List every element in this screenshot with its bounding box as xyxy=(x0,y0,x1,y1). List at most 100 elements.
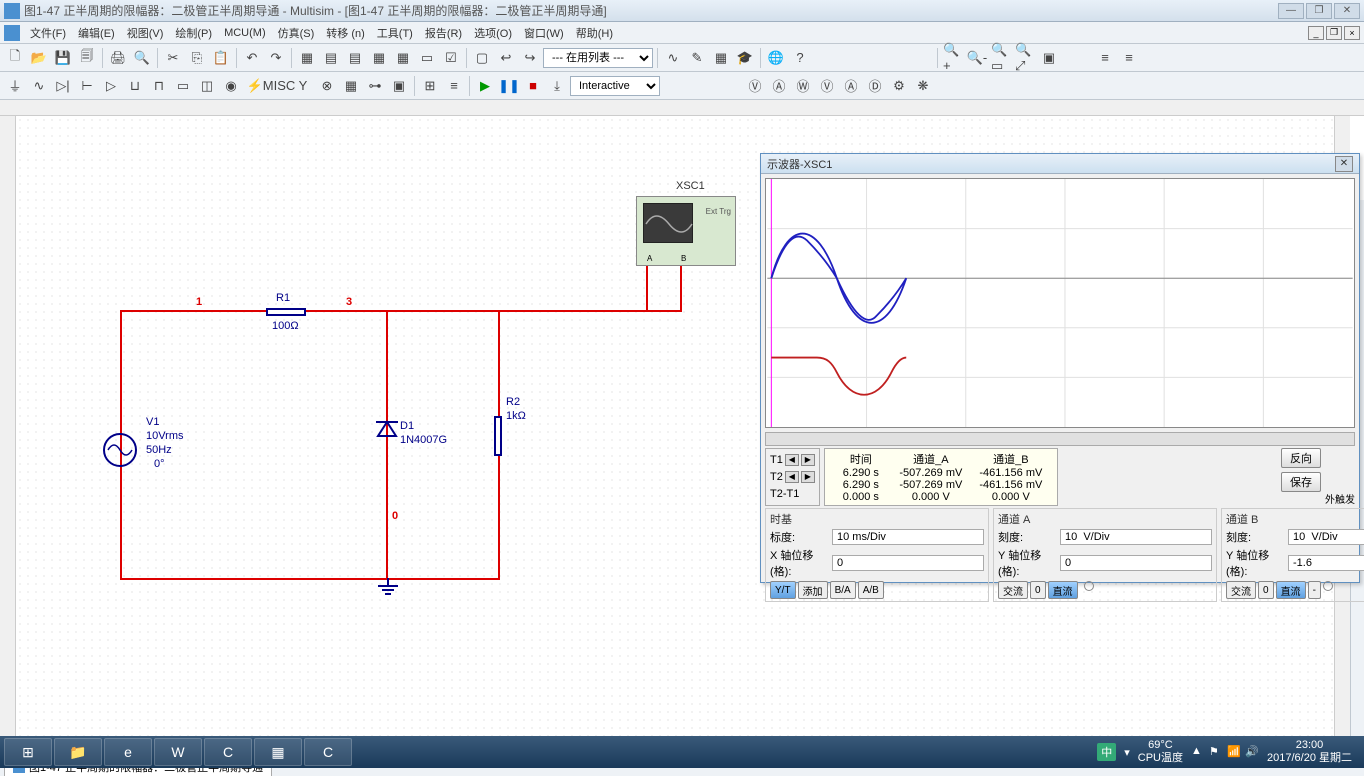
connector-icon[interactable]: ⊶ xyxy=(364,75,386,97)
menu-tools[interactable]: 工具(T) xyxy=(371,23,419,43)
network-icon[interactable]: 📶 xyxy=(1227,745,1241,759)
ground-icon[interactable] xyxy=(376,578,400,598)
probe-a-icon[interactable]: Ⓐ xyxy=(768,75,790,97)
word-task[interactable]: W xyxy=(154,738,202,766)
mcu-icon[interactable]: ▣ xyxy=(388,75,410,97)
cha-pos-input[interactable] xyxy=(1060,555,1212,571)
copy-button[interactable]: ⎘ xyxy=(186,47,208,69)
osc-display[interactable] xyxy=(765,178,1355,428)
chb-pos-input[interactable] xyxy=(1288,555,1364,571)
misc-icon[interactable]: MISC xyxy=(268,75,290,97)
zoomout-button[interactable]: 🔍- xyxy=(966,47,988,69)
volume-icon[interactable]: 🔊 xyxy=(1245,745,1259,759)
stop-button[interactable]: ■ xyxy=(522,75,544,97)
t2-right[interactable]: ▶ xyxy=(801,471,815,483)
flag-icon[interactable]: ⚑ xyxy=(1209,745,1223,759)
chb-scale-input[interactable] xyxy=(1288,529,1364,545)
forward-annotate-button[interactable]: ↪ xyxy=(519,47,541,69)
chb-ac-button[interactable]: 交流 xyxy=(1226,581,1256,599)
probe-settings-icon[interactable]: ❋ xyxy=(912,75,934,97)
zoomarea-button[interactable]: 🔍▭ xyxy=(990,47,1012,69)
netlist-button[interactable]: ▭ xyxy=(416,47,438,69)
print-button[interactable]: 🖨 xyxy=(107,47,129,69)
analog-icon[interactable]: ▷ xyxy=(100,75,122,97)
zoomin-button[interactable]: 🔍+ xyxy=(942,47,964,69)
analysis-button[interactable]: ∿ xyxy=(662,47,684,69)
menu-draw[interactable]: 绘制(P) xyxy=(169,23,218,43)
timebase-scale-input[interactable] xyxy=(832,529,984,545)
mdi-restore[interactable]: ❐ xyxy=(1326,26,1342,40)
ac-source-icon[interactable] xyxy=(102,432,138,468)
run-button[interactable]: ▶ xyxy=(474,75,496,97)
misc-digital-icon[interactable]: ▭ xyxy=(172,75,194,97)
indicator-icon[interactable]: ◉ xyxy=(220,75,242,97)
scope-component[interactable]: Ext Trg A B xyxy=(636,196,736,266)
layout-button[interactable]: ▢ xyxy=(471,47,493,69)
ni-icon[interactable]: ▦ xyxy=(340,75,362,97)
menu-transfer[interactable]: 转移 (n) xyxy=(320,23,371,43)
probe-v-icon[interactable]: Ⓥ xyxy=(744,75,766,97)
menu-options[interactable]: 选项(O) xyxy=(468,23,518,43)
reverse-button[interactable]: 反向 xyxy=(1281,448,1321,468)
undo-button[interactable]: ↶ xyxy=(241,47,263,69)
ie-task[interactable]: e xyxy=(104,738,152,766)
save-trace-button[interactable]: 保存 xyxy=(1281,472,1321,492)
timebase-xpos-input[interactable] xyxy=(832,555,984,571)
layers-button[interactable]: ▦ xyxy=(392,47,414,69)
cha-scale-input[interactable] xyxy=(1060,529,1212,545)
diode-icon[interactable]: ▷| xyxy=(52,75,74,97)
r1-name[interactable]: R1 xyxy=(276,292,290,304)
ba-button[interactable]: B/A xyxy=(830,581,856,599)
edu-button[interactable]: 🎓 xyxy=(734,47,756,69)
probe-a2-icon[interactable]: Ⓐ xyxy=(840,75,862,97)
bus-icon[interactable]: ≡ xyxy=(443,75,465,97)
t1-left[interactable]: ◀ xyxy=(785,454,799,466)
chb-dc-button[interactable]: 直流 xyxy=(1276,581,1306,599)
start-button[interactable]: ⊞ xyxy=(4,738,52,766)
open-button[interactable]: 📂 xyxy=(28,47,50,69)
multisim-task[interactable]: ▦ xyxy=(254,738,302,766)
erc-button[interactable]: ☑ xyxy=(440,47,462,69)
probe-d-icon[interactable]: Ⓓ xyxy=(864,75,886,97)
bom-button[interactable]: ▤ xyxy=(344,47,366,69)
add-button[interactable]: 添加 xyxy=(798,581,828,599)
align-right-button[interactable]: ≡ xyxy=(1118,47,1140,69)
redo-button[interactable]: ↷ xyxy=(265,47,287,69)
paste-button[interactable]: 📋 xyxy=(210,47,232,69)
probe-w-icon[interactable]: Ⓦ xyxy=(792,75,814,97)
chb-dash-button[interactable]: - xyxy=(1308,581,1321,599)
d1-name[interactable]: D1 xyxy=(400,420,414,432)
menu-sim[interactable]: 仿真(S) xyxy=(272,23,321,43)
r2-name[interactable]: R2 xyxy=(506,396,520,408)
probe-v2-icon[interactable]: Ⓥ xyxy=(816,75,838,97)
save-button[interactable]: 💾 xyxy=(52,47,74,69)
source-icon[interactable]: ⏚ xyxy=(4,75,26,97)
website-button[interactable]: 🌐 xyxy=(765,47,787,69)
preview-button[interactable]: 🔍 xyxy=(131,47,153,69)
basic-icon[interactable]: ∿ xyxy=(28,75,50,97)
menu-help[interactable]: 帮助(H) xyxy=(570,23,619,43)
cha-dc-button[interactable]: 直流 xyxy=(1048,581,1078,599)
camtasia2-task[interactable]: C xyxy=(304,738,352,766)
inuse-combo[interactable]: --- 在用列表 --- xyxy=(543,48,653,68)
help-button[interactable]: ? xyxy=(789,47,811,69)
hierarchy-icon[interactable]: ⊞ xyxy=(419,75,441,97)
cmos-icon[interactable]: ⊓ xyxy=(148,75,170,97)
postproc-button[interactable]: ▦ xyxy=(710,47,732,69)
osc-time-scrollbar[interactable] xyxy=(765,432,1355,446)
cut-button[interactable]: ✂ xyxy=(162,47,184,69)
ab-button[interactable]: A/B xyxy=(858,581,884,599)
menu-report[interactable]: 报告(R) xyxy=(419,23,468,43)
osc-titlebar[interactable]: 示波器-XSC1 ✕ xyxy=(761,154,1359,174)
t1-right[interactable]: ▶ xyxy=(801,454,815,466)
yt-button[interactable]: Y/T xyxy=(770,581,796,599)
cha-ac-button[interactable]: 交流 xyxy=(998,581,1028,599)
menu-mcu[interactable]: MCU(M) xyxy=(218,25,272,41)
probe-button[interactable]: ✎ xyxy=(686,47,708,69)
save-all-button[interactable]: 🗐 xyxy=(76,47,98,69)
chb-0-button[interactable]: 0 xyxy=(1258,581,1274,599)
align-left-button[interactable]: ≡ xyxy=(1094,47,1116,69)
electromech-icon[interactable]: ⊗ xyxy=(316,75,338,97)
menu-edit[interactable]: 编辑(E) xyxy=(72,23,121,43)
close-button[interactable]: ✕ xyxy=(1334,3,1360,19)
